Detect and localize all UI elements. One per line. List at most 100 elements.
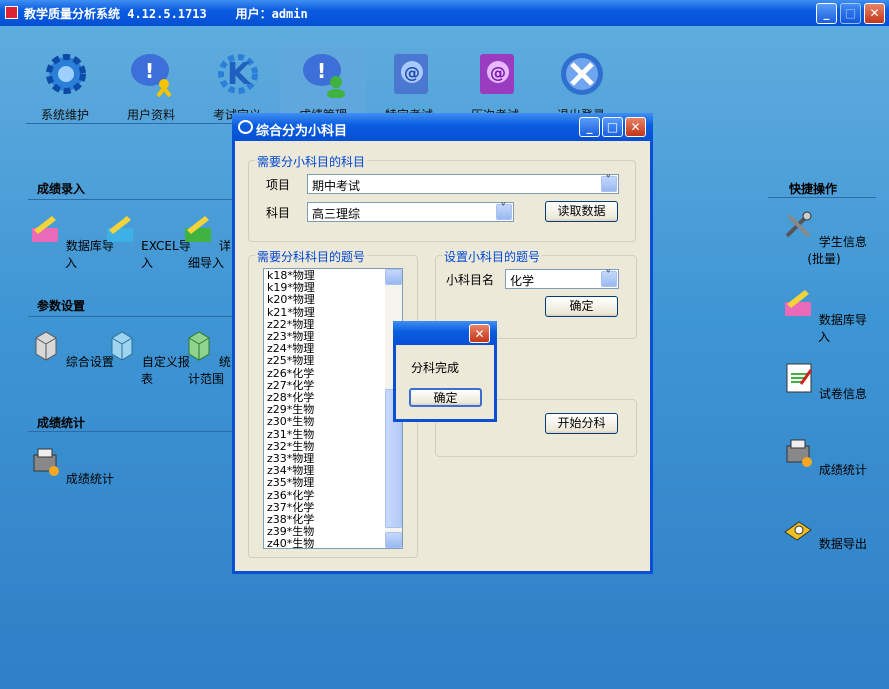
minimize-icon: _ bbox=[823, 6, 830, 20]
close-button[interactable]: ✕ bbox=[864, 3, 885, 24]
start-split-button[interactable]: 开始分科 bbox=[545, 413, 618, 434]
left-stat-range[interactable]: 统计范围 bbox=[178, 328, 234, 387]
window-title: 教学质量分析系统 4.12.5.1713 用户：admin bbox=[24, 7, 308, 21]
dialog-close-button[interactable]: ✕ bbox=[625, 117, 646, 137]
dialog-minimize-button[interactable]: _ bbox=[579, 117, 600, 137]
pencil-board-icon bbox=[785, 290, 812, 316]
printer-icon bbox=[786, 439, 813, 467]
left-score-stats[interactable]: 成绩统计 bbox=[26, 445, 116, 487]
group-sub-subject-label: 设置小科目的题号 bbox=[442, 248, 543, 265]
close-icon: ✕ bbox=[869, 6, 880, 20]
section-score-entry: 成绩录入 bbox=[37, 182, 86, 196]
maximize-icon: □ bbox=[844, 6, 857, 20]
app-icon bbox=[5, 6, 18, 19]
right-data-export-label: 数据导出 bbox=[818, 537, 867, 551]
project-select-value: 期中考试 bbox=[312, 179, 361, 193]
sub-subject-ok-button[interactable]: 确定 bbox=[545, 296, 618, 317]
at-book-icon: @ bbox=[394, 54, 428, 94]
toolbar-system[interactable]: 系统维护 bbox=[22, 46, 108, 124]
question-list-item[interactable]: z26*化学 bbox=[267, 367, 385, 380]
maximize-button[interactable]: □ bbox=[840, 3, 861, 24]
question-list-item[interactable]: z25*物理 bbox=[267, 355, 385, 367]
close-icon: ✕ bbox=[474, 327, 485, 341]
section-divider bbox=[28, 431, 234, 432]
user-alert-icon: ! bbox=[131, 54, 172, 98]
cube-icon bbox=[111, 331, 133, 361]
subject-select[interactable]: 高三理综 bbox=[307, 202, 514, 222]
left-detail-import[interactable]: 详细导入 bbox=[178, 212, 234, 271]
pencil-board-icon bbox=[185, 216, 212, 242]
sub-subject-name-label: 小科目名 bbox=[446, 273, 495, 287]
svg-text:@: @ bbox=[404, 63, 420, 82]
right-db-import-label: 数据库导入 bbox=[817, 313, 867, 344]
svg-text:K: K bbox=[227, 57, 252, 92]
main-titlebar: 教学质量分析系统 4.12.5.1713 用户：admin _ □ ✕ bbox=[0, 0, 889, 26]
project-select[interactable]: 期中考试 bbox=[307, 174, 619, 194]
message-text: 分科完成 bbox=[411, 361, 460, 375]
message-box: ✕ 分科完成 确定 bbox=[393, 321, 497, 422]
user-alert-icon: ! bbox=[303, 54, 345, 98]
section-quick-actions: 快捷操作 bbox=[789, 182, 838, 196]
right-score-stats-label: 成绩统计 bbox=[818, 463, 867, 477]
scroll-down-icon[interactable] bbox=[385, 532, 402, 548]
dialog-titlebar: 综合分为小科目 _ □ ✕ bbox=[232, 113, 653, 141]
subject-select-value: 高三理综 bbox=[312, 207, 361, 221]
dialog-maximize-button[interactable]: □ bbox=[602, 117, 623, 137]
question-list-item[interactable]: z31*生物 bbox=[267, 428, 385, 441]
section-divider bbox=[28, 199, 234, 200]
group-question-list-label: 需要分科科目的题号 bbox=[255, 248, 368, 265]
chevron-down-icon bbox=[601, 174, 617, 192]
question-list-item[interactable]: z40*生物 bbox=[267, 538, 385, 548]
toolbar-system-label: 系统维护 bbox=[40, 108, 89, 122]
svg-text:@: @ bbox=[490, 63, 506, 82]
question-listbox[interactable]: k18*物理 k19*物理 k20*物理 k21*物理 z22*物理 z23*物理 z24*… bbox=[263, 268, 403, 549]
right-paper-info[interactable]: 试卷信息 bbox=[778, 360, 870, 402]
section-divider bbox=[768, 197, 876, 198]
left-score-stats-label: 成绩统计 bbox=[65, 472, 114, 486]
export-icon bbox=[784, 521, 812, 541]
svg-text:!: ! bbox=[145, 59, 154, 83]
right-student-info[interactable]: 学生信息(批量) bbox=[778, 208, 870, 267]
question-list-item[interactable]: z30*生物 bbox=[267, 416, 385, 428]
message-ok-button[interactable]: 确定 bbox=[409, 388, 482, 407]
question-list-item[interactable]: z35*物理 bbox=[267, 477, 385, 489]
dialog-title: 综合分为小科目 bbox=[256, 124, 348, 139]
printer-icon bbox=[33, 448, 60, 476]
certificate-icon bbox=[786, 363, 813, 393]
sub-subject-select[interactable]: 化学 bbox=[505, 269, 619, 289]
question-list-item[interactable]: k20*物理 bbox=[267, 294, 385, 306]
tools-icon bbox=[785, 211, 812, 238]
right-student-info-label: 学生信息(批量) bbox=[807, 235, 867, 266]
message-close-button[interactable]: ✕ bbox=[469, 324, 490, 343]
minimize-button[interactable]: _ bbox=[816, 3, 837, 24]
toolbar-users-label: 用户资料 bbox=[126, 108, 175, 122]
right-score-stats[interactable]: 成绩统计 bbox=[778, 436, 870, 478]
section-params: 参数设置 bbox=[37, 299, 86, 313]
minimize-icon: _ bbox=[586, 120, 593, 134]
sub-subject-select-value: 化学 bbox=[510, 274, 535, 288]
dialog-app-icon bbox=[238, 120, 253, 134]
pencil-board-icon bbox=[32, 216, 59, 242]
chevron-down-icon bbox=[496, 202, 512, 220]
gear-icon bbox=[46, 54, 86, 94]
cube-icon bbox=[35, 331, 57, 361]
svg-text:!: ! bbox=[317, 59, 326, 83]
at-book-icon: @ bbox=[480, 54, 514, 94]
toolbar-users[interactable]: ! 用户资料 bbox=[108, 46, 194, 124]
message-titlebar: ✕ bbox=[393, 321, 497, 345]
scroll-up-icon[interactable] bbox=[385, 269, 402, 285]
right-data-export[interactable]: 数据导出 bbox=[778, 510, 870, 552]
project-label: 项目 bbox=[266, 178, 291, 192]
section-score-stats: 成绩统计 bbox=[37, 416, 86, 430]
right-db-import[interactable]: 数据库导入 bbox=[778, 286, 870, 345]
question-list-item[interactable]: k21*物理 bbox=[267, 306, 385, 319]
read-data-button[interactable]: 读取数据 bbox=[545, 201, 618, 222]
k-icon: K bbox=[218, 54, 258, 94]
group-subject-label: 需要分小科目的科目 bbox=[255, 153, 368, 170]
section-divider bbox=[28, 316, 234, 317]
pencil-board-icon bbox=[107, 216, 134, 242]
chevron-down-icon bbox=[601, 269, 617, 287]
right-paper-info-label: 试卷信息 bbox=[818, 387, 867, 401]
cube-icon bbox=[188, 331, 210, 361]
close-icon: ✕ bbox=[630, 120, 641, 134]
